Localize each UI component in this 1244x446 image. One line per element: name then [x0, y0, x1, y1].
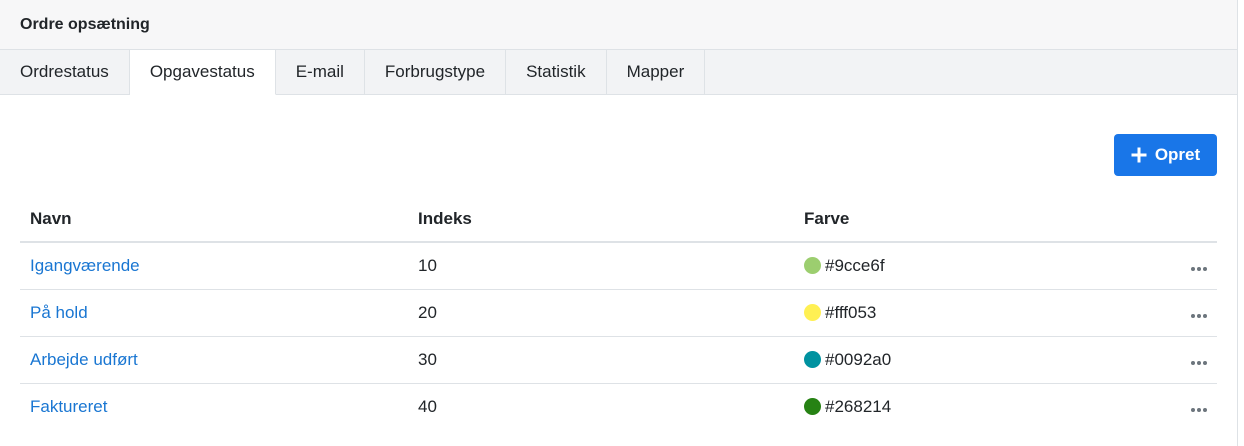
color-hex: #0092a0 — [825, 349, 892, 369]
tab-statistik[interactable]: Statistik — [506, 50, 607, 94]
column-header-name[interactable]: Navn — [20, 196, 408, 243]
create-button-label: Opret — [1154, 145, 1201, 164]
tab-bar: Ordrestatus Opgavestatus E-mail Forbrugs… — [0, 50, 1237, 95]
column-header-actions — [1164, 196, 1217, 243]
color-hex: #268214 — [825, 396, 892, 416]
order-setup-panel: Ordre opsætning Ordrestatus Opgavestatus… — [0, 0, 1238, 446]
more-horizontal-icon[interactable] — [1189, 357, 1209, 369]
tab-ordrestatus[interactable]: Ordrestatus — [0, 50, 130, 94]
status-name-link[interactable]: Igangværende — [30, 256, 140, 275]
tab-opgavestatus[interactable]: Opgavestatus — [129, 50, 276, 95]
status-name-link[interactable]: Arbejde udført — [30, 350, 138, 369]
panel-title: Ordre opsætning — [0, 0, 1237, 50]
color-hex: #9cce6f — [825, 255, 885, 275]
more-horizontal-icon[interactable] — [1189, 404, 1209, 416]
table-header-row: Navn Indeks Farve — [20, 196, 1217, 243]
plus-icon — [1131, 147, 1147, 163]
status-name-link[interactable]: Faktureret — [30, 397, 107, 416]
tab-e-mail[interactable]: E-mail — [276, 50, 365, 94]
color-swatch — [804, 256, 821, 274]
table-row: Igangværende 10 #9cce6f — [20, 242, 1217, 290]
column-header-color[interactable]: Farve — [794, 196, 1164, 243]
task-status-table: Navn Indeks Farve Igangværende 10 #9cce6f P… — [20, 196, 1217, 430]
status-name-link[interactable]: På hold — [30, 303, 88, 322]
status-index: 30 — [408, 336, 794, 384]
table-row: På hold 20 #fff053 — [20, 289, 1217, 337]
create-button[interactable]: Opret — [1114, 134, 1217, 176]
tab-forbrugstype[interactable]: Forbrugstype — [365, 50, 507, 94]
status-index: 40 — [418, 396, 437, 416]
color-swatch — [804, 303, 821, 321]
status-index: 20 — [408, 289, 794, 337]
color-swatch — [804, 397, 821, 415]
column-header-index[interactable]: Indeks — [408, 196, 794, 243]
more-horizontal-icon[interactable] — [1189, 263, 1209, 275]
color-hex: #fff053 — [825, 302, 877, 322]
tab-content: Opret Navn Indeks Farve Igangværende 10 #9… — [0, 95, 1237, 445]
table-row: Faktureret 40 #268214 — [20, 383, 1217, 430]
color-swatch — [804, 350, 821, 368]
tab-mapper[interactable]: Mapper — [607, 50, 706, 94]
more-horizontal-icon[interactable] — [1189, 310, 1209, 322]
status-index: 10 — [408, 242, 794, 290]
table-row: Arbejde udført 30 #0092a0 — [20, 336, 1217, 384]
